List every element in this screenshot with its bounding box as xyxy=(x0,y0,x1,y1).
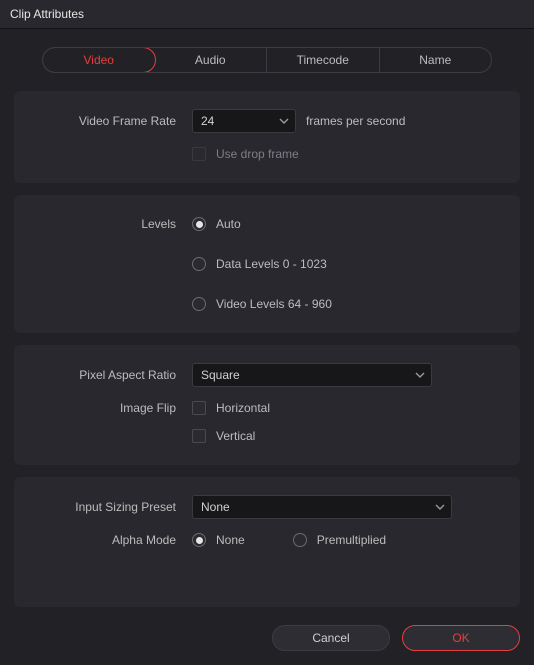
aspect-label: Pixel Aspect Ratio xyxy=(32,368,192,382)
alpha-option-premultiplied: Premultiplied xyxy=(317,533,386,547)
flip-label: Image Flip xyxy=(32,401,192,415)
levels-option-video: Video Levels 64 - 960 xyxy=(216,297,332,311)
tab-timecode[interactable]: Timecode xyxy=(267,48,380,72)
frame-rate-value: 24 xyxy=(201,114,214,128)
sizing-value: None xyxy=(201,500,230,514)
frame-rate-select[interactable]: 24 xyxy=(192,109,296,133)
tab-name[interactable]: Name xyxy=(380,48,492,72)
chevron-down-icon xyxy=(415,372,425,378)
flip-vertical-checkbox[interactable] xyxy=(192,429,206,443)
window-title: Clip Attributes xyxy=(0,0,534,29)
levels-radio-data[interactable] xyxy=(192,257,206,271)
levels-radio-video[interactable] xyxy=(192,297,206,311)
levels-option-data: Data Levels 0 - 1023 xyxy=(216,257,327,271)
panel-sizing-alpha: Input Sizing Preset None Alpha Mode None xyxy=(14,477,520,607)
alpha-radio-none[interactable] xyxy=(192,533,206,547)
flip-horizontal-label: Horizontal xyxy=(216,401,270,415)
tab-video[interactable]: Video xyxy=(42,47,156,73)
flip-horizontal-checkbox[interactable] xyxy=(192,401,206,415)
panel-frame-rate: Video Frame Rate 24 frames per second Us… xyxy=(14,91,520,183)
sizing-label: Input Sizing Preset xyxy=(32,500,192,514)
flip-vertical-label: Vertical xyxy=(216,429,255,443)
dialog-content: Video Audio Timecode Name Video Frame Ra… xyxy=(0,29,534,607)
levels-radio-auto[interactable] xyxy=(192,217,206,231)
aspect-value: Square xyxy=(201,368,240,382)
chevron-down-icon xyxy=(279,118,289,124)
alpha-option-none: None xyxy=(216,533,245,547)
frame-rate-label: Video Frame Rate xyxy=(32,114,192,128)
tab-bar: Video Audio Timecode Name xyxy=(42,47,492,73)
aspect-select[interactable]: Square xyxy=(192,363,432,387)
levels-label: Levels xyxy=(32,217,192,231)
alpha-radio-premultiplied[interactable] xyxy=(293,533,307,547)
alpha-label: Alpha Mode xyxy=(32,533,192,547)
chevron-down-icon xyxy=(435,504,445,510)
sizing-select[interactable]: None xyxy=(192,495,452,519)
tab-audio[interactable]: Audio xyxy=(155,48,268,72)
dialog-footer: Cancel OK xyxy=(0,619,534,665)
drop-frame-checkbox xyxy=(192,147,206,161)
panel-levels: Levels Auto Data Levels 0 - 1023 Video L… xyxy=(14,195,520,333)
ok-button[interactable]: OK xyxy=(402,625,520,651)
drop-frame-label: Use drop frame xyxy=(216,147,299,161)
frame-rate-suffix: frames per second xyxy=(306,114,405,128)
cancel-button[interactable]: Cancel xyxy=(272,625,390,651)
levels-option-auto: Auto xyxy=(216,217,241,231)
panel-aspect: Pixel Aspect Ratio Square Image Flip Hor… xyxy=(14,345,520,465)
